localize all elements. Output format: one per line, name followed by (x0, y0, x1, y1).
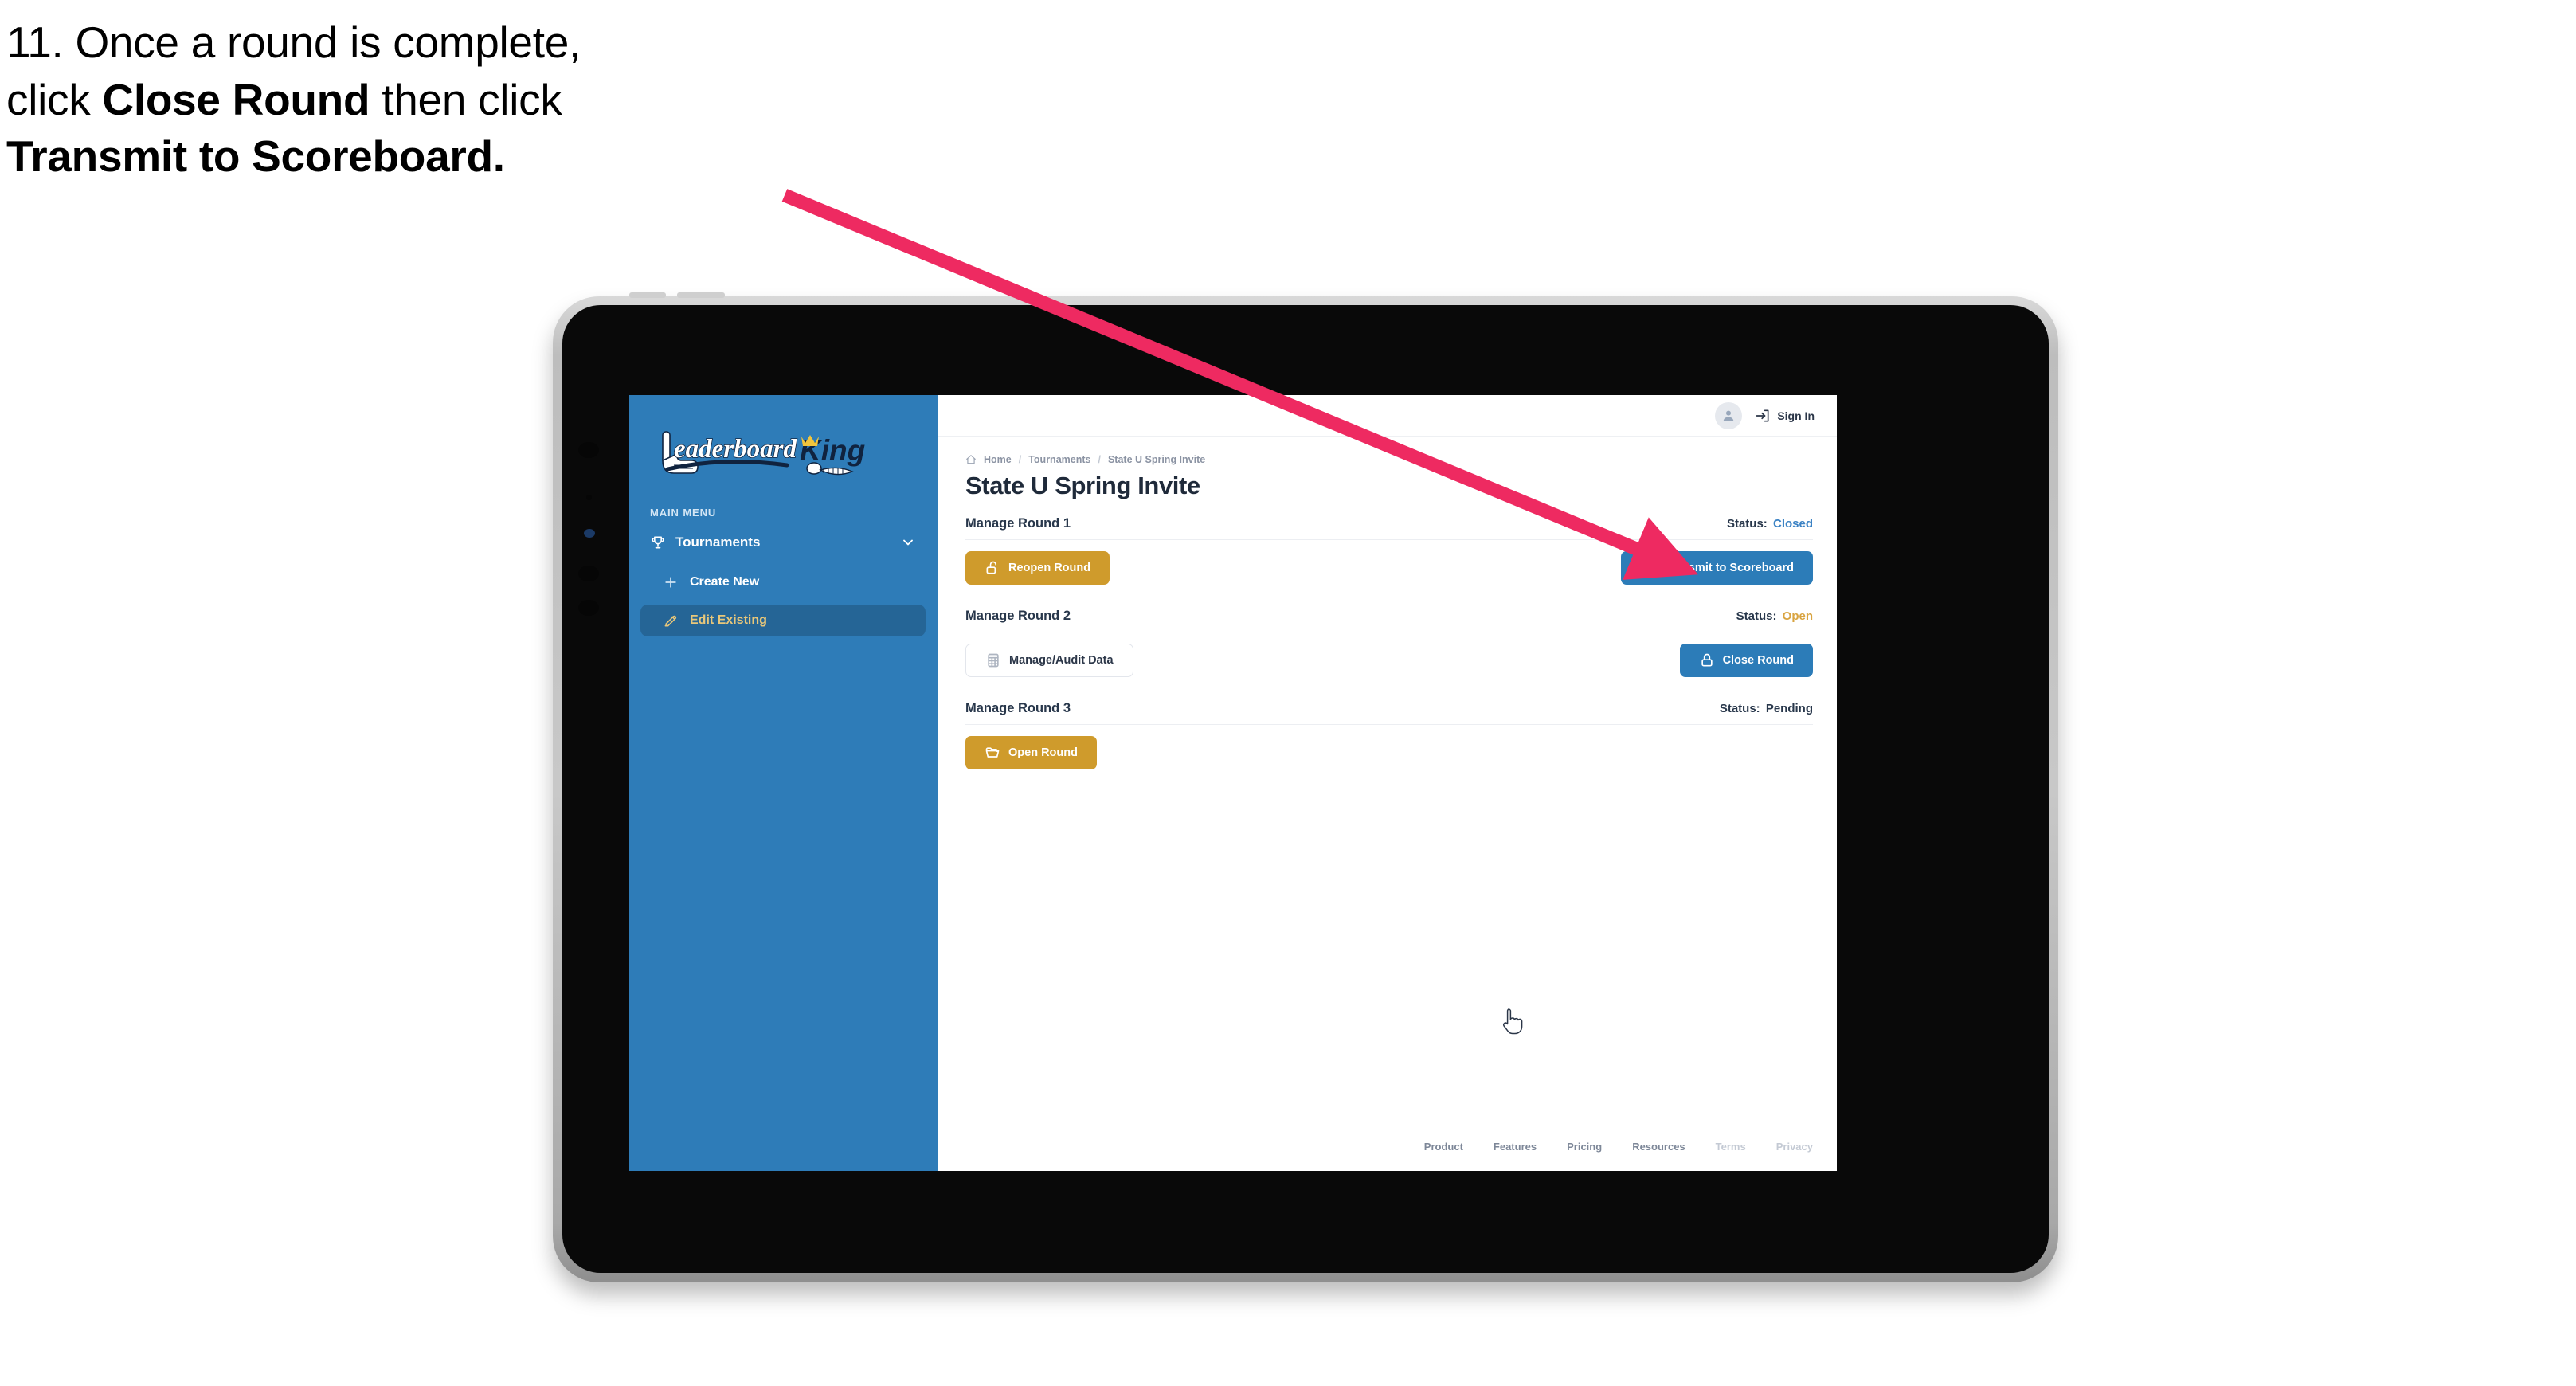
app-logo[interactable]: eaderboard King (629, 413, 938, 486)
avatar[interactable] (1715, 401, 1743, 429)
round-1-header: Manage Round 1 Status: Closed (965, 516, 1813, 540)
sidebar-item-tournaments-label: Tournaments (675, 534, 761, 550)
round-section-2: Manage Round 2 Status: Open Manage/Audit… (965, 609, 1813, 677)
sensor-dot-mid (578, 566, 599, 581)
breadcrumb-tournaments[interactable]: Tournaments (1028, 454, 1090, 465)
footer-link-privacy[interactable]: Privacy (1776, 1141, 1813, 1153)
caption-transmit-emphasis: Transmit to Scoreboard. (6, 131, 505, 181)
front-camera-icon (584, 529, 595, 538)
sidebar-item-edit-existing[interactable]: Edit Existing (640, 605, 926, 636)
close-round-button[interactable]: Close Round (1679, 644, 1813, 677)
caption-line-2-pre: click (6, 74, 103, 124)
sidebar-item-create-new-label: Create New (690, 575, 760, 589)
reopen-round-label: Reopen Round (1008, 562, 1091, 574)
round-3-title: Manage Round 3 (965, 701, 1071, 715)
footer-link-resources[interactable]: Resources (1632, 1141, 1685, 1153)
lock-icon (1699, 652, 1715, 668)
round-1-status-label: Status: (1726, 517, 1768, 531)
send-icon (1640, 560, 1656, 576)
round-section-1: Manage Round 1 Status: Closed Reopen Rou… (965, 516, 1813, 585)
edit-icon (663, 613, 679, 628)
round-2-actions: Manage/Audit Data Close Round (965, 644, 1813, 677)
sensor-dot-bottom (578, 600, 599, 616)
sensor-dot-top (578, 442, 599, 458)
round-2-status: Status: Open (1736, 609, 1813, 623)
caption-line-3: Transmit to Scoreboard. (6, 128, 867, 186)
transmit-to-scoreboard-button[interactable]: Transmit to Scoreboard (1621, 551, 1813, 585)
sidebar-item-tournaments[interactable]: Tournaments (640, 525, 926, 560)
round-2-status-value: Open (1782, 609, 1813, 623)
caption-line-1: 11. Once a round is complete, (6, 18, 581, 67)
round-3-header: Manage Round 3 Status: Pending (965, 701, 1813, 725)
footer: Product Features Pricing Resources Terms… (938, 1122, 1837, 1171)
round-3-status: Status: Pending (1720, 702, 1813, 715)
volume-down-button[interactable] (677, 292, 725, 298)
breadcrumb-current: State U Spring Invite (1107, 454, 1206, 465)
chevron-down-icon[interactable] (900, 534, 916, 550)
footer-link-features[interactable]: Features (1494, 1141, 1537, 1153)
screenshot-root: 11. Once a round is complete, click Clos… (0, 0, 2576, 1386)
svg-text:eaderboard: eaderboard (674, 435, 797, 464)
round-section-3: Manage Round 3 Status: Pending Open Roun… (965, 701, 1813, 769)
open-round-label: Open Round (1008, 746, 1078, 759)
sidebar-item-create-new[interactable]: Create New (640, 566, 926, 598)
footer-link-terms[interactable]: Terms (1716, 1141, 1746, 1153)
unlock-icon (985, 560, 1000, 576)
table-icon (985, 652, 1001, 668)
breadcrumb-separator-1: / (1018, 454, 1022, 465)
footer-link-pricing[interactable]: Pricing (1567, 1141, 1602, 1153)
transmit-to-scoreboard-label: Transmit to Scoreboard (1664, 562, 1794, 574)
round-2-title: Manage Round 2 (965, 609, 1071, 623)
footer-link-product[interactable]: Product (1424, 1141, 1463, 1153)
round-3-status-value: Pending (1765, 702, 1813, 715)
breadcrumb: Home / Tournaments / State U Spring Invi… (965, 454, 1813, 465)
folder-open-icon (985, 745, 1000, 761)
round-1-actions: Reopen Round Transmit to Scoreboard (965, 551, 1813, 585)
caption-line-2: click Close Round then click (6, 72, 867, 129)
sidebar-section-label: MAIN MENU (650, 507, 717, 519)
volume-up-button[interactable] (629, 292, 666, 298)
page-body: Home / Tournaments / State U Spring Invi… (938, 437, 1837, 1122)
sensor-dot-small (586, 495, 592, 500)
manage-audit-data-button[interactable]: Manage/Audit Data (965, 644, 1133, 677)
manage-audit-data-label: Manage/Audit Data (1009, 654, 1114, 667)
round-1-status-value: Closed (1772, 517, 1813, 531)
top-bar: Sign In (938, 395, 1837, 437)
open-round-button[interactable]: Open Round (965, 736, 1097, 769)
user-icon (1724, 410, 1734, 421)
round-3-status-label: Status: (1719, 702, 1760, 715)
main-content: Sign In Home / Tournaments / State U Spr… (938, 395, 1837, 1171)
leaderboardking-logo-icon: eaderboard King (662, 431, 865, 476)
home-icon[interactable] (965, 454, 977, 465)
browser-viewport: eaderboard King MAIN MENU Tournaments Cr… (629, 395, 1837, 1171)
trophy-icon (650, 534, 666, 550)
breadcrumb-separator-2: / (1098, 454, 1101, 465)
breadcrumb-home[interactable]: Home (984, 454, 1012, 465)
round-3-actions: Open Round (965, 736, 1813, 769)
sign-in-label: Sign In (1777, 409, 1815, 422)
login-arrow-icon (1755, 408, 1771, 424)
sidebar: eaderboard King MAIN MENU Tournaments Cr… (629, 395, 938, 1171)
close-round-label: Close Round (1722, 654, 1794, 667)
sidebar-item-edit-existing-label: Edit Existing (690, 613, 767, 627)
instruction-caption: 11. Once a round is complete, click Clos… (6, 14, 867, 186)
sign-in-button[interactable]: Sign In (1755, 408, 1815, 424)
round-1-status: Status: Closed (1727, 517, 1813, 531)
caption-close-round-emphasis: Close Round (102, 74, 370, 124)
page-title: State U Spring Invite (965, 472, 1200, 499)
round-1-title: Manage Round 1 (965, 516, 1071, 531)
round-2-status-label: Status: (1736, 609, 1777, 623)
round-2-header: Manage Round 2 Status: Open (965, 609, 1813, 632)
plus-icon (663, 574, 679, 590)
reopen-round-button[interactable]: Reopen Round (965, 551, 1110, 585)
caption-line-2-post: then click (370, 74, 562, 124)
